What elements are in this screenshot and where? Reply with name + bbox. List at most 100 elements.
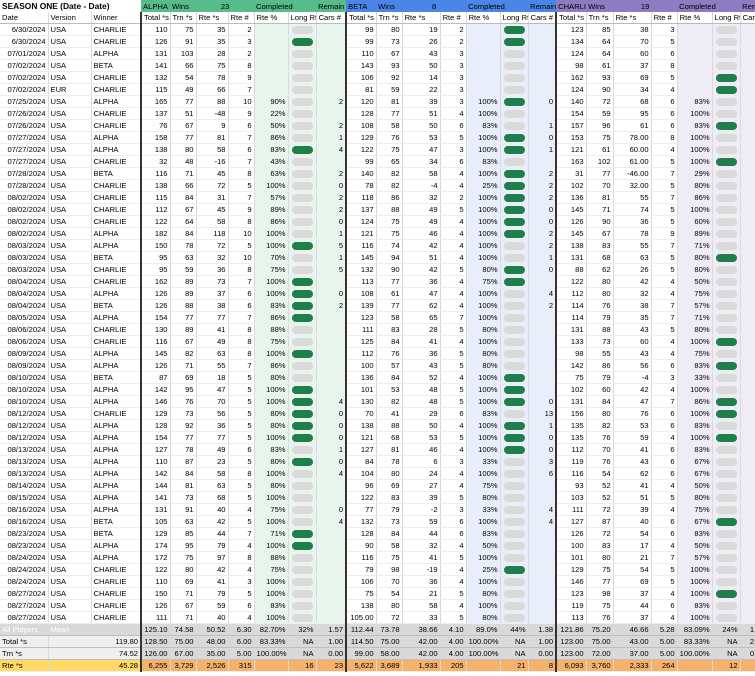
- date-cell[interactable]: 07/02/2024: [0, 83, 49, 96]
- long-route-toggle-pill[interactable]: [715, 566, 737, 574]
- long-route-toggle[interactable]: [712, 563, 741, 576]
- stat-cell[interactable]: 53: [376, 383, 403, 396]
- stat-cell[interactable]: 48: [402, 395, 441, 408]
- long-route-toggle[interactable]: [288, 599, 317, 612]
- stat-cell[interactable]: [466, 71, 501, 84]
- stat-cell[interactable]: 4: [440, 467, 467, 480]
- table-row[interactable]: 08/12/2024 USA CHARLIE 129 73 56 5 80% 0 70 41 29 6 8…: [0, 407, 755, 420]
- winner-cell[interactable]: CHARLIE: [91, 191, 142, 204]
- stat-cell[interactable]: 124: [555, 47, 587, 60]
- version-cell[interactable]: USA: [48, 599, 92, 612]
- stat-cell[interactable]: 80: [376, 467, 403, 480]
- stat-cell[interactable]: 115: [140, 191, 171, 204]
- stat-cell[interactable]: 135: [555, 431, 587, 444]
- stat-cell[interactable]: 145: [555, 227, 587, 240]
- stat-cell[interactable]: 4: [316, 143, 347, 156]
- stat-cell[interactable]: 43: [613, 455, 652, 468]
- long-route-toggle[interactable]: [500, 191, 529, 204]
- stat-cell[interactable]: [466, 23, 501, 36]
- stat-cell[interactable]: 105: [140, 515, 171, 528]
- stat-cell[interactable]: 37: [196, 287, 229, 300]
- date-cell[interactable]: 08/02/2024: [0, 215, 49, 228]
- long-route-toggle-pill[interactable]: [291, 494, 313, 502]
- stat-cell[interactable]: 55: [196, 359, 229, 372]
- stat-cell[interactable]: [740, 371, 755, 384]
- stat-cell[interactable]: 4: [651, 275, 678, 288]
- long-route-toggle[interactable]: [712, 287, 741, 300]
- stat-cell[interactable]: 70: [586, 179, 614, 192]
- stat-cell[interactable]: [316, 599, 347, 612]
- stat-cell[interactable]: 7: [228, 191, 255, 204]
- long-route-toggle-pill[interactable]: [715, 506, 737, 514]
- stat-cell[interactable]: 126: [555, 215, 587, 228]
- stat-cell[interactable]: 36: [196, 263, 229, 276]
- stat-cell[interactable]: 29%: [677, 167, 713, 180]
- long-route-toggle-pill[interactable]: [291, 566, 313, 574]
- stat-cell[interactable]: 162: [555, 71, 587, 84]
- version-cell[interactable]: USA: [48, 539, 92, 552]
- stat-cell[interactable]: 80%: [466, 359, 501, 372]
- long-route-toggle-pill[interactable]: [291, 218, 313, 226]
- stat-cell[interactable]: [740, 479, 755, 492]
- completed-label[interactable]: Completed: [677, 0, 741, 12]
- stat-cell[interactable]: 3: [528, 455, 557, 468]
- stat-cell[interactable]: 82: [170, 347, 197, 360]
- long-route-toggle[interactable]: [288, 71, 317, 84]
- table-row[interactable]: 07/27/2024 USA ALPHA 158 77 81 7 86% 1 129 76 53 5 10…: [0, 131, 755, 144]
- long-route-toggle-pill[interactable]: [503, 446, 525, 454]
- summary-cell[interactable]: 2.00: [740, 635, 755, 648]
- long-route-toggle-pill[interactable]: [715, 350, 737, 358]
- winner-cell[interactable]: BETA: [91, 515, 142, 528]
- long-route-toggle[interactable]: [288, 311, 317, 324]
- stat-cell[interactable]: 123: [555, 23, 587, 36]
- stat-cell[interactable]: 71: [170, 587, 197, 600]
- stat-cell[interactable]: 43: [613, 347, 652, 360]
- stat-cell[interactable]: 4: [651, 539, 678, 552]
- stat-cell[interactable]: 4: [228, 539, 255, 552]
- stat-cell[interactable]: 32: [196, 251, 229, 264]
- stat-cell[interactable]: 6: [651, 527, 678, 540]
- stat-cell[interactable]: 100: [555, 539, 587, 552]
- stat-cell[interactable]: 77: [345, 503, 377, 516]
- stat-cell[interactable]: 124: [345, 215, 377, 228]
- column-header[interactable]: Trn *s: [586, 12, 614, 24]
- summary-cell[interactable]: 48.00: [196, 635, 229, 648]
- column-header[interactable]: Rte *s: [196, 12, 229, 24]
- stat-cell[interactable]: 76: [613, 407, 652, 420]
- table-row[interactable]: 08/27/2024 USA CHARLIE 150 71 79 5 100% 75 54 21 5 8…: [0, 587, 755, 600]
- stat-cell[interactable]: 86%: [677, 395, 713, 408]
- stat-cell[interactable]: 55: [613, 239, 652, 252]
- stat-cell[interactable]: 75%: [466, 479, 501, 492]
- long-route-toggle-pill[interactable]: [291, 182, 313, 190]
- winner-cell[interactable]: ALPHA: [91, 131, 142, 144]
- winner-cell[interactable]: BETA: [91, 527, 142, 540]
- stat-cell[interactable]: [316, 107, 347, 120]
- stat-cell[interactable]: 7: [228, 527, 255, 540]
- total-cell[interactable]: 2,333: [613, 659, 652, 672]
- stat-cell[interactable]: 112: [555, 287, 587, 300]
- version-cell[interactable]: EUR: [48, 83, 92, 96]
- long-route-toggle-pill[interactable]: [715, 434, 737, 442]
- version-cell[interactable]: USA: [48, 551, 92, 564]
- long-route-toggle[interactable]: [500, 299, 529, 312]
- stat-cell[interactable]: 83%: [254, 443, 289, 456]
- stat-cell[interactable]: [740, 383, 755, 396]
- stat-cell[interactable]: [740, 83, 755, 96]
- stat-cell[interactable]: 83%: [254, 299, 289, 312]
- stat-cell[interactable]: 75%: [254, 263, 289, 276]
- stat-cell[interactable]: 138: [345, 419, 377, 432]
- stat-cell[interactable]: 3: [440, 47, 467, 60]
- wins-count[interactable]: 19: [613, 0, 678, 12]
- long-route-toggle[interactable]: [288, 131, 317, 144]
- column-header[interactable]: Rte *s: [402, 12, 441, 24]
- stat-cell[interactable]: 76: [586, 299, 614, 312]
- table-row[interactable]: 08/15/2024 USA ALPHA 141 73 68 5 100% 122 83 39 5 80…: [0, 491, 755, 504]
- stat-cell[interactable]: 73: [196, 275, 229, 288]
- stat-cell[interactable]: [528, 47, 557, 60]
- long-route-toggle[interactable]: [712, 191, 741, 204]
- summary-cell[interactable]: NA: [500, 647, 529, 660]
- long-route-toggle[interactable]: [288, 347, 317, 360]
- stat-cell[interactable]: 67: [376, 47, 403, 60]
- stat-cell[interactable]: [528, 575, 557, 588]
- long-route-toggle[interactable]: [288, 107, 317, 120]
